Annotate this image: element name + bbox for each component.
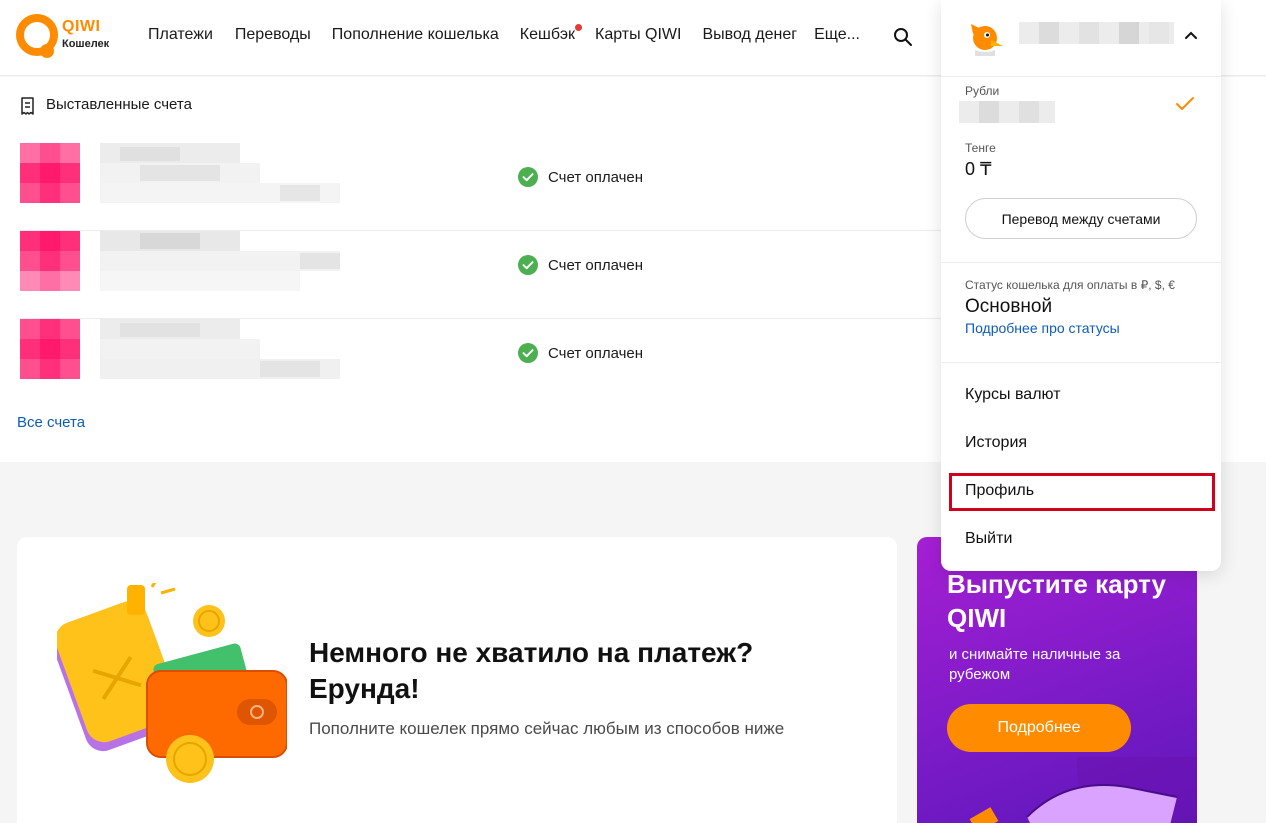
qiwi-logo[interactable]: QIWI Кошелек — [16, 14, 116, 60]
rub-balance-redacted[interactable] — [959, 101, 1055, 123]
logo-text: QIWI — [62, 18, 101, 35]
invoice-details-redacted — [100, 231, 340, 291]
wallet-status-value: Основной — [965, 296, 1053, 317]
wallet-illustration — [57, 583, 287, 783]
qiwi-card-banner[interactable]: Выпустите карту QIWI и снимайте наличные… — [917, 537, 1197, 823]
profile-highlight-box — [949, 473, 1215, 511]
banner-subtitle: и снимайте наличные за рубежом — [949, 646, 1121, 683]
invoices-title: Выставленные счета — [46, 96, 192, 113]
invoice-status: Счет оплачен — [518, 343, 643, 363]
balance-value-kzt[interactable]: 0 ₸ — [965, 159, 991, 180]
receipt-icon — [21, 97, 34, 115]
invoice-avatar — [20, 231, 80, 291]
divider — [941, 362, 1221, 363]
user-name-redacted[interactable] — [1019, 22, 1174, 44]
nav-item-cashback-label: Кешбэк — [519, 26, 575, 43]
invoice-avatar — [20, 143, 80, 203]
balance-label-kzt: Тенге — [965, 141, 996, 155]
check-circle-icon — [518, 255, 538, 275]
main-nav: Платежи Переводы Пополнение кошелька Кеш… — [148, 24, 860, 48]
invoice-status-text: Счет оплачен — [548, 168, 644, 186]
wallet-status-label: Статус кошелька для оплаты в ₽, $, € — [965, 278, 1175, 292]
nav-item-more[interactable]: Еще... — [814, 26, 860, 48]
nav-item-topup[interactable]: Пополнение кошелька — [332, 26, 499, 48]
user-avatar[interactable] — [965, 16, 1005, 56]
topup-promo-card: Немного не хватило на платеж? Ерунда! По… — [17, 537, 897, 823]
banner-title: Выпустите карту QIWI — [947, 569, 1166, 633]
invoice-status: Счет оплачен — [518, 255, 643, 275]
search-icon[interactable] — [893, 27, 913, 47]
invoice-status: Счет оплачен — [518, 167, 643, 187]
balance-label-rub: Рубли — [965, 84, 1000, 98]
invoice-details-redacted — [100, 143, 340, 203]
invoice-details-redacted — [100, 319, 340, 379]
logo-tail-icon — [40, 44, 54, 58]
divider — [941, 76, 1221, 77]
nav-item-payments[interactable]: Платежи — [148, 26, 213, 48]
more-button[interactable]: Подробнее — [947, 704, 1131, 752]
transfer-between-accounts-button[interactable]: Перевод между счетами — [965, 198, 1197, 239]
invoice-row[interactable]: Счет оплачен — [20, 319, 960, 407]
menu-item-logout[interactable]: Выйти — [965, 530, 1012, 548]
invoice-status-text: Счет оплачен — [548, 344, 644, 362]
invoice-row[interactable]: Счет оплачен — [20, 143, 960, 231]
invoice-status-text: Счет оплачен — [548, 256, 644, 274]
promo-title: Немного не хватило на платеж? Ерунда! — [309, 637, 754, 704]
chevron-up-icon[interactable] — [1184, 30, 1198, 40]
menu-item-exchange-rates[interactable]: Курсы валют — [965, 386, 1061, 404]
status-details-link[interactable]: Подробнее про статусы — [965, 320, 1120, 336]
nav-item-withdraw[interactable]: Вывод денег — [702, 26, 797, 48]
invoice-row[interactable]: Счет оплачен — [20, 231, 960, 319]
hand-card-illustration — [969, 757, 1197, 823]
check-circle-icon — [518, 343, 538, 363]
logo-subtitle: Кошелек — [62, 38, 110, 50]
invoice-avatar — [20, 319, 80, 379]
promo-subtitle: Пополните кошелек прямо сейчас любым из … — [309, 719, 785, 738]
check-circle-icon — [518, 167, 538, 187]
all-invoices-link[interactable]: Все счета — [17, 414, 85, 431]
menu-item-history[interactable]: История — [965, 434, 1027, 452]
checkmark-icon — [1176, 97, 1194, 110]
nav-item-cashback[interactable]: Кешбэк — [519, 24, 582, 48]
nav-item-transfers[interactable]: Переводы — [235, 26, 311, 48]
nav-item-cards[interactable]: Карты QIWI — [595, 26, 681, 48]
notification-dot-icon — [575, 24, 582, 31]
divider — [941, 262, 1221, 263]
